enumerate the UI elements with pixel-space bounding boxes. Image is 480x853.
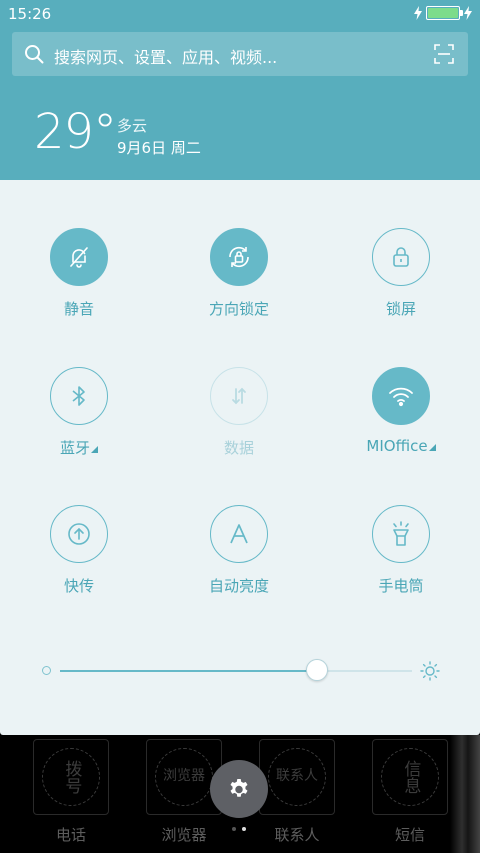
weather-condition: 多云 — [117, 117, 148, 135]
toggle-label: 自动亮度 — [208, 577, 269, 595]
brightness-high-icon — [420, 661, 440, 681]
dock-app-phone[interactable]: 拨号 电话 — [26, 739, 116, 845]
wallpaper-edge — [450, 735, 480, 853]
toggle-label: 静音 — [63, 300, 94, 318]
toggle-rotation-lock[interactable]: 方向锁定 — [179, 228, 299, 319]
toggle-label: 数据 — [223, 439, 254, 457]
toggle-flashlight[interactable]: 手电筒 — [341, 505, 461, 596]
phone-app-icon: 拨号 — [33, 739, 109, 815]
flashlight-icon — [372, 505, 430, 563]
toggle-auto-brightness[interactable]: 自动亮度 — [179, 505, 299, 596]
dock-app-label: 电话 — [55, 826, 86, 844]
toggle-mute[interactable]: 静音 — [19, 228, 139, 319]
page-dot-active — [242, 827, 246, 831]
weather-temperature[interactable]: 29° — [34, 108, 117, 156]
padlock-icon — [372, 228, 430, 286]
page-indicator — [232, 827, 246, 831]
toggle-label: 手电筒 — [378, 577, 424, 595]
toggle-bluetooth[interactable]: 蓝牙 — [19, 367, 139, 458]
toggle-label: 蓝牙 — [59, 439, 90, 457]
brightness-slider[interactable] — [0, 650, 480, 690]
charging-bolt-icon — [414, 6, 422, 20]
brightness-low-icon — [42, 666, 51, 675]
status-bar: 15:26 — [0, 0, 480, 28]
scan-icon[interactable] — [434, 44, 454, 64]
brightness-track[interactable] — [60, 670, 412, 672]
toggle-lock-screen[interactable]: 锁屏 — [341, 228, 461, 319]
search-bar[interactable]: 搜索网页、设置、应用、视频... — [12, 32, 468, 76]
weather-date: 9月6日 周二 — [117, 139, 201, 157]
gear-icon — [230, 779, 248, 797]
toggle-label: 快传 — [63, 577, 94, 595]
dropdown-triangle-icon[interactable] — [91, 446, 98, 453]
search-icon — [25, 45, 44, 64]
toggle-mobile-data[interactable]: 数据 — [179, 367, 299, 458]
dock-app-label: 联系人 — [274, 826, 320, 844]
charging-bolt-icon — [464, 6, 472, 20]
contacts-app-icon: 联系人 — [259, 739, 335, 815]
notification-header: 15:26 搜索网页、设置、应用、视频... 29° 多云 9月6日 周二 — [0, 0, 480, 180]
dock-app-label: 浏览器 — [161, 826, 207, 844]
toggle-wifi[interactable]: MIOffice — [341, 367, 461, 455]
status-icons — [414, 6, 472, 20]
dropdown-triangle-icon[interactable] — [428, 444, 436, 451]
battery-level — [428, 8, 458, 18]
dock-app-label: 短信 — [394, 826, 425, 844]
letter-a-icon — [210, 505, 268, 563]
toggle-quick-transfer[interactable]: 快传 — [19, 505, 139, 596]
search-placeholder: 搜索网页、设置、应用、视频... — [54, 48, 278, 67]
wifi-icon — [372, 367, 430, 425]
toggle-label: MIOffice — [366, 437, 428, 455]
dock-app-messages[interactable]: 信息 短信 — [365, 739, 455, 845]
battery-icon — [426, 6, 463, 20]
quick-settings-panel: 静音 方向锁定 锁屏 蓝牙 数据 MIOffice 快传 自动亮度 手电筒 — [0, 180, 480, 735]
toggle-label: 方向锁定 — [208, 300, 269, 318]
data-arrows-icon — [210, 367, 268, 425]
brightness-thumb[interactable] — [306, 659, 328, 681]
bell-off-icon — [50, 228, 108, 286]
status-time: 15:26 — [8, 5, 52, 23]
messages-app-icon: 信息 — [372, 739, 448, 815]
upload-circle-icon — [50, 505, 108, 563]
settings-button[interactable] — [210, 760, 268, 818]
browser-app-icon: 浏览器 — [146, 739, 222, 815]
rotation-lock-icon — [210, 228, 268, 286]
toggle-label: 锁屏 — [385, 300, 416, 318]
brightness-fill — [60, 670, 317, 672]
page-dot — [232, 827, 236, 831]
bluetooth-icon — [50, 367, 108, 425]
